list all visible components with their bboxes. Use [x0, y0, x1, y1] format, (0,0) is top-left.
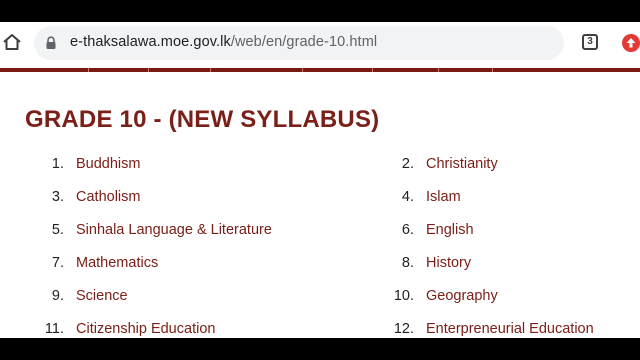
- screen: e-thaksalawa.moe.gov.lk/web/en/grade-10.…: [0, 0, 640, 360]
- subject-number: 2.: [401, 156, 414, 172]
- url-text[interactable]: e-thaksalawa.moe.gov.lk/web/en/grade-10.…: [70, 34, 377, 50]
- site-navigation-strip: [0, 68, 640, 72]
- subject-link-islam[interactable]: Islam: [426, 186, 461, 208]
- nav-divider: [438, 68, 439, 72]
- subject-link-enterpreneurial-education[interactable]: Enterpreneurial Education: [426, 318, 594, 338]
- subject-link-christianity[interactable]: Christianity: [426, 153, 498, 175]
- page-title: GRADE 10 - (NEW SYLLABUS): [25, 106, 380, 133]
- url-domain: e-thaksalawa.moe.gov.lk: [70, 34, 231, 50]
- nav-divider: [302, 68, 303, 72]
- subject-number: 8.: [401, 255, 414, 271]
- subject-number: 10.: [393, 288, 414, 304]
- tab-count: 3: [587, 36, 593, 47]
- subject-number: 7.: [51, 255, 64, 271]
- tab-switcher-button[interactable]: 3: [582, 34, 598, 50]
- nav-divider: [210, 68, 211, 72]
- subject-number: 9.: [51, 288, 64, 304]
- nav-divider: [372, 68, 373, 72]
- subject-number: 4.: [401, 189, 414, 205]
- nav-divider: [88, 68, 89, 72]
- subject-link-history[interactable]: History: [426, 252, 471, 274]
- subject-link-mathematics[interactable]: Mathematics: [76, 252, 158, 274]
- subject-link-english[interactable]: English: [426, 219, 474, 241]
- address-bar[interactable]: e-thaksalawa.moe.gov.lk/web/en/grade-10.…: [34, 26, 564, 60]
- subject-number: 11.: [44, 321, 64, 337]
- subject-number: 6.: [401, 222, 414, 238]
- lock-icon[interactable]: [44, 36, 58, 50]
- subject-number: 5.: [51, 222, 64, 238]
- subject-link-sinhala-language-literature[interactable]: Sinhala Language & Literature: [76, 219, 272, 241]
- update-available-icon[interactable]: [622, 34, 640, 52]
- home-icon[interactable]: [2, 32, 22, 52]
- subject-link-catholism[interactable]: Catholism: [76, 186, 140, 208]
- nav-divider: [148, 68, 149, 72]
- subject-number: 3.: [51, 189, 64, 205]
- subject-link-science[interactable]: Science: [76, 285, 128, 307]
- url-path: /web/en/grade-10.html: [230, 34, 378, 50]
- subject-link-citizenship-education[interactable]: Citizenship Education: [76, 318, 215, 338]
- subject-number: 1.: [51, 156, 64, 172]
- browser-toolbar: e-thaksalawa.moe.gov.lk/web/en/grade-10.…: [0, 22, 640, 68]
- browser-window: e-thaksalawa.moe.gov.lk/web/en/grade-10.…: [0, 22, 640, 338]
- subject-number: 12.: [393, 321, 414, 337]
- subject-link-geography[interactable]: Geography: [426, 285, 498, 307]
- subject-link-buddhism[interactable]: Buddhism: [76, 153, 140, 175]
- nav-divider: [492, 68, 493, 72]
